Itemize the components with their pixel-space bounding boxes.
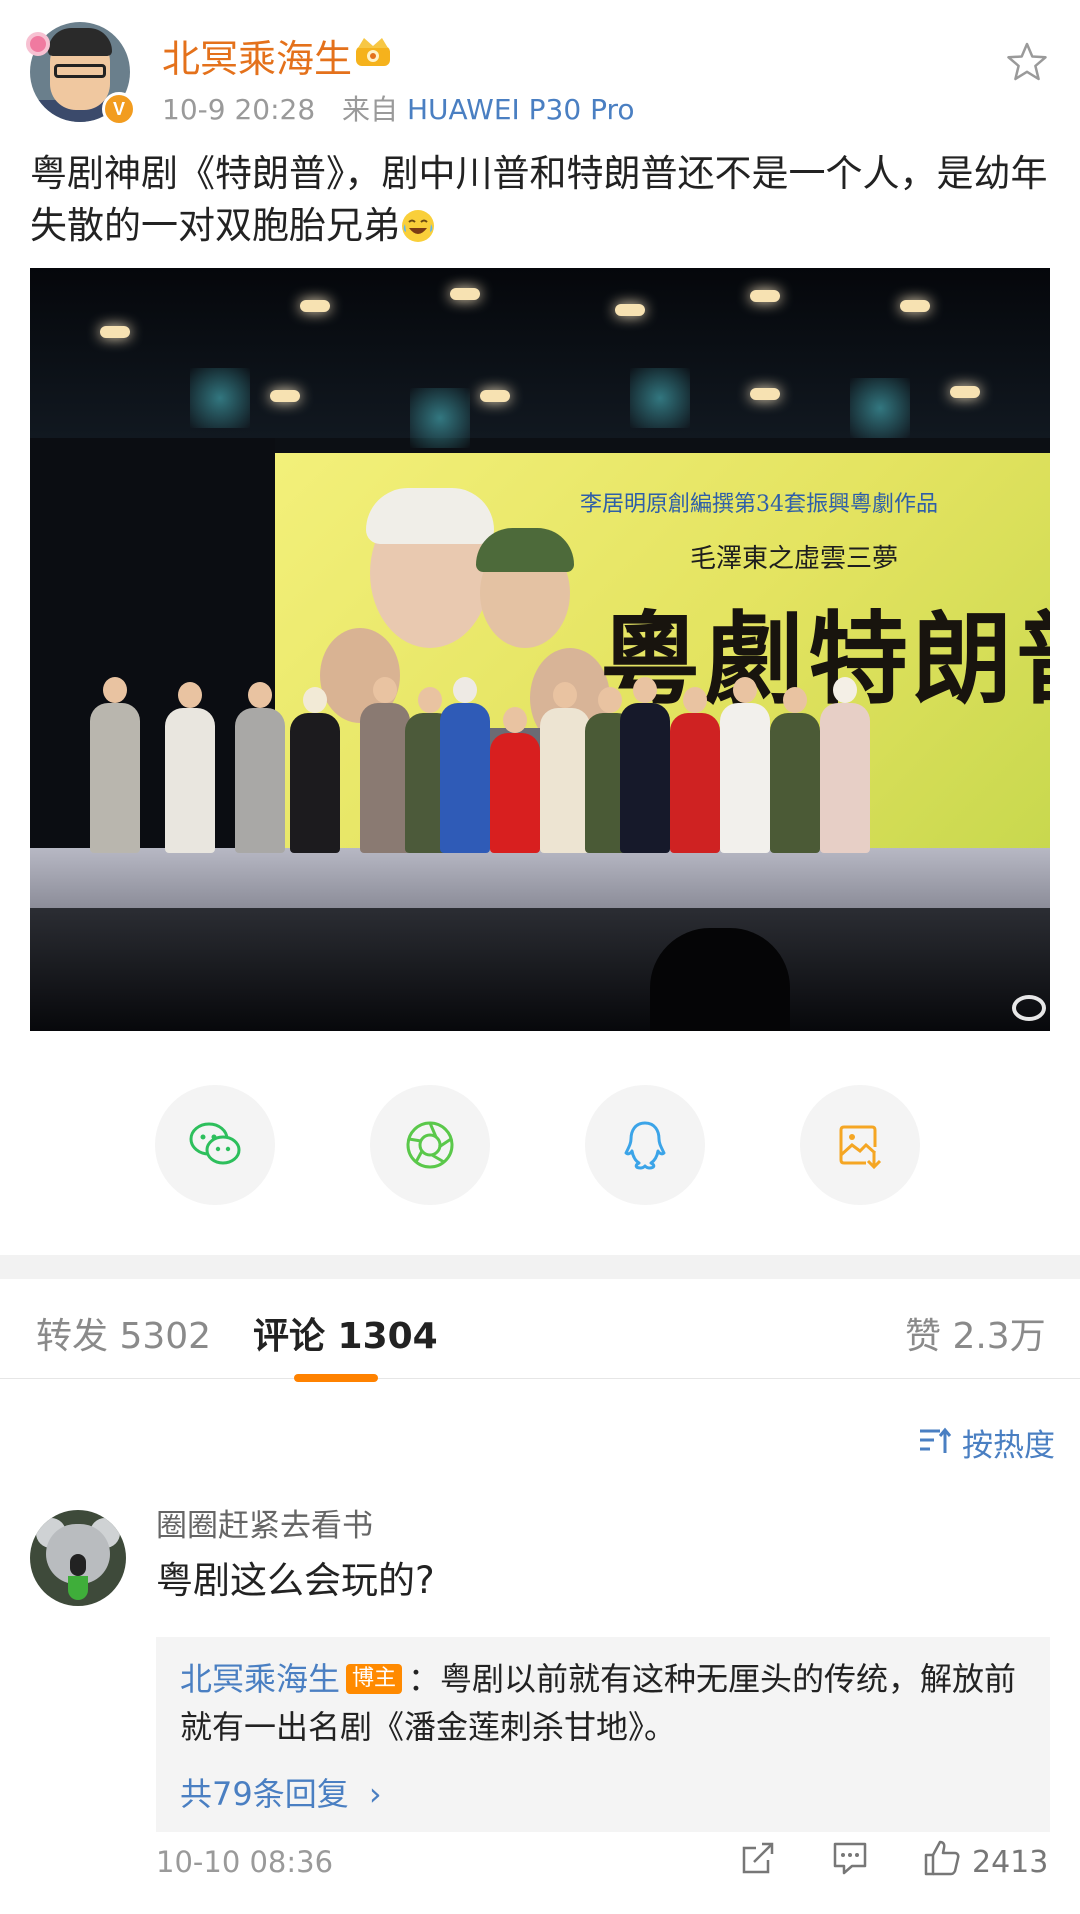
favorite-star-icon[interactable] xyxy=(1005,40,1049,84)
reply-comment-icon[interactable] xyxy=(830,1838,870,1878)
save-image-icon xyxy=(839,1125,882,1170)
sort-by-hot-button[interactable]: 按热度 xyxy=(962,1420,1055,1465)
reply-author[interactable]: 北冥乘海生 xyxy=(180,1660,340,1698)
sort-icon[interactable] xyxy=(918,1425,952,1455)
reply-preview[interactable]: 北冥乘海生 博主 ：粤剧以前就有这种无厘头的传统，解放前就有一出名剧《潘金莲刺杀甘地… xyxy=(156,1637,1050,1832)
reply-more-label: 共79条回复 xyxy=(180,1775,349,1813)
verified-badge-icon: V xyxy=(102,92,136,126)
source-device[interactable]: HUAWEI P30 Pro xyxy=(407,93,635,126)
backdrop-subtitle: 毛澤東之虛雲三夢 xyxy=(690,544,899,574)
view-all-replies-link[interactable]: 共79条回复 › xyxy=(180,1769,382,1815)
author-avatar[interactable]: V xyxy=(26,22,136,126)
chevron-right-icon: › xyxy=(368,1775,382,1813)
share-wechat-button[interactable] xyxy=(155,1085,275,1205)
active-tab-indicator xyxy=(294,1374,378,1382)
commenter-name[interactable]: 圈圈赶紧去看书 xyxy=(156,1500,373,1545)
post-text-content: 粤剧神剧《特朗普》，剧中川普和特朗普还不是一个人，是幼年失散的一对双胞胎兄弟 xyxy=(30,152,1048,247)
post-time: 10-9 20:28 xyxy=(162,93,316,126)
post-image[interactable]: 李居明原創編撰第34套振興粵劇作品 毛澤東之虛雲三夢 粵劇特朗普 xyxy=(30,268,1050,1031)
laugh-cry-emoji-icon xyxy=(402,210,434,242)
section-divider xyxy=(0,1255,1080,1279)
flower-decoration-icon xyxy=(26,32,50,56)
share-moments-button[interactable] xyxy=(370,1085,490,1205)
backdrop-title: 粵劇特朗普 xyxy=(600,600,1050,718)
interaction-tabs: 转发 5302 评论 1304 赞 2.3万 xyxy=(0,1279,1080,1379)
post-text: 粤剧神剧《特朗普》，剧中川普和特朗普还不是一个人，是幼年失散的一对双胞胎兄弟 xyxy=(30,148,1055,252)
qq-icon xyxy=(624,1121,666,1170)
comment-time: 10-10 08:36 xyxy=(156,1845,334,1879)
tab-comments[interactable]: 评论 1304 xyxy=(253,1307,438,1359)
tab-likes[interactable]: 赞 2.3万 xyxy=(905,1307,1046,1359)
post-meta: 10-9 20:28 来自 HUAWEI P30 Pro xyxy=(162,88,635,128)
weibo-watermark-icon xyxy=(1012,995,1046,1021)
like-thumb-icon[interactable] xyxy=(922,1838,962,1878)
share-row xyxy=(0,1085,1080,1205)
tab-repost[interactable]: 转发 5302 xyxy=(36,1307,211,1359)
crown-icon xyxy=(356,38,390,66)
save-image-button[interactable] xyxy=(800,1085,920,1205)
comment-like-count: 2413 xyxy=(972,1845,1049,1880)
wechat-icon xyxy=(189,1122,241,1165)
post-header: V 北冥乘海生 10-9 20:28 来自 HUAWEI P30 Pro xyxy=(0,0,1080,140)
share-comment-icon[interactable] xyxy=(738,1838,778,1878)
source-prefix: 来自 xyxy=(342,93,399,126)
reply-line: 北冥乘海生 博主 ：粤剧以前就有这种无厘头的传统，解放前就有一出名剧《潘金莲刺杀甘地… xyxy=(180,1655,1040,1751)
commenter-avatar[interactable] xyxy=(30,1510,126,1606)
backdrop-caption: 李居明原創編撰第34套振興粵劇作品 xyxy=(580,492,938,517)
comment-text: 粤剧这么会玩的? xyxy=(156,1559,435,1602)
share-qq-button[interactable] xyxy=(585,1085,705,1205)
moments-icon xyxy=(406,1121,454,1169)
author-badge: 博主 xyxy=(346,1664,403,1694)
author-name[interactable]: 北冥乘海生 xyxy=(162,28,352,83)
